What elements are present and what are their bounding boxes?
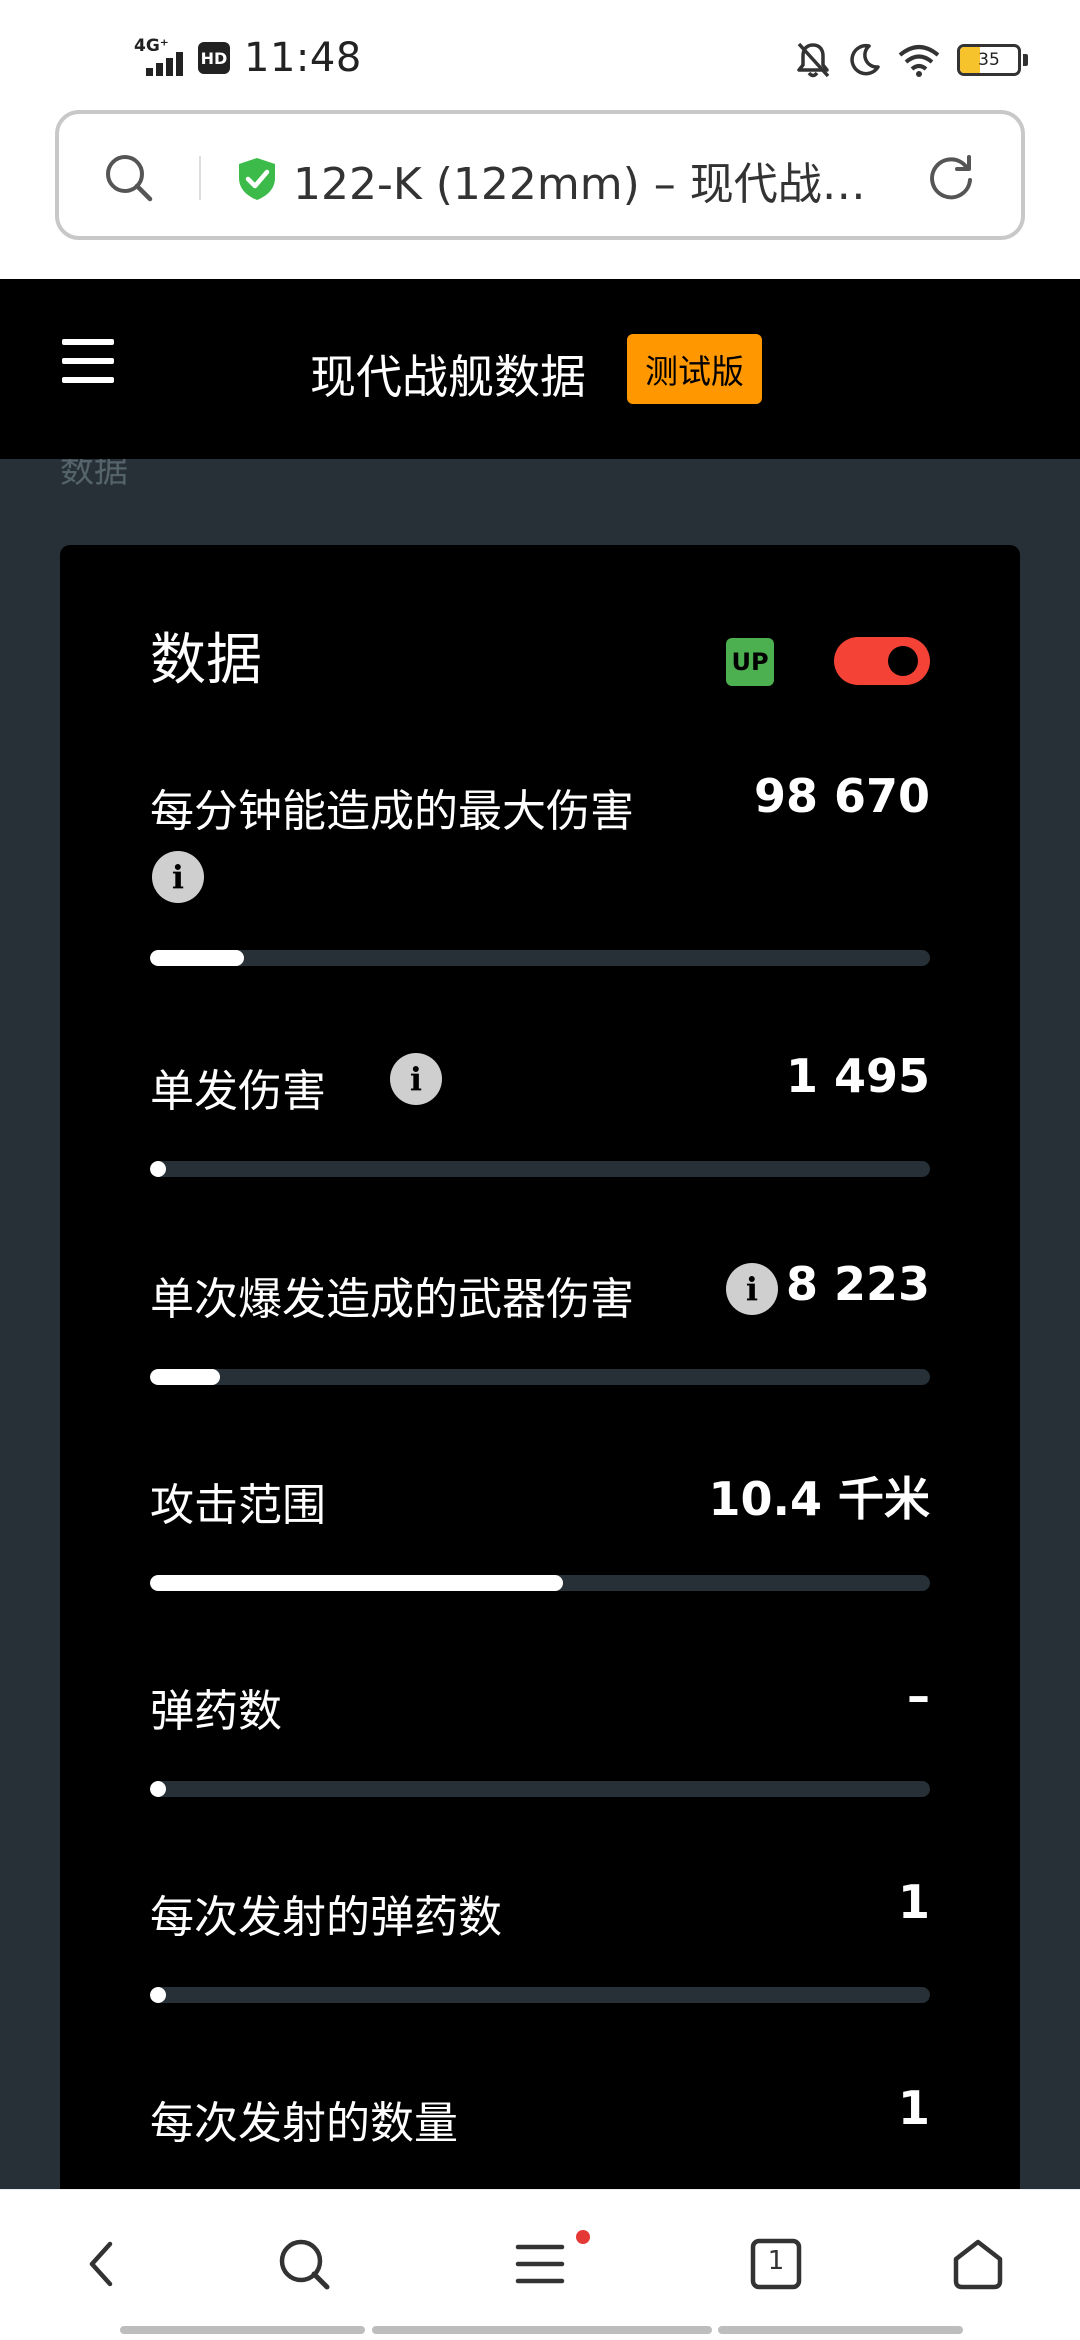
security-shield-icon[interactable] (235, 156, 279, 202)
upgrade-toggle[interactable] (834, 637, 930, 685)
hamburger-menu-icon[interactable] (62, 339, 114, 383)
stat-bar (150, 1369, 930, 1385)
stat-value: 10.4 千米 (708, 1472, 930, 1526)
status-bar: 4G⁺ HD 11:48 35 (0, 0, 1080, 110)
battery-percent: 35 (978, 50, 1000, 70)
stats-card: 数据 UP 每分钟能造成的最大伤害 98 670 i 单发伤害 1 495 i … (60, 545, 1020, 2189)
search-icon (279, 2239, 330, 2290)
stat-value: 98 670 (753, 769, 930, 823)
gesture-indicator (120, 2326, 365, 2334)
beta-badge: 测试版 (627, 334, 762, 404)
stat-label: 弹药数 (150, 1686, 282, 1737)
clock: 11:48 (244, 35, 362, 81)
stat-bar (150, 1575, 930, 1591)
menu-lines-icon (515, 2244, 565, 2284)
cellular-signal-icon: 4G⁺ (134, 36, 184, 78)
stat-bar (150, 1781, 930, 1797)
status-right: 35 (795, 38, 1028, 82)
chevron-left-icon (89, 2241, 113, 2287)
stat-value: 8 223 (785, 1257, 930, 1311)
stat-row: 攻击范围 10.4 千米 (150, 1469, 930, 1591)
tab-count: 1 (767, 2246, 785, 2276)
stat-label: 每次发射的数量 (150, 2098, 458, 2149)
menu-button[interactable] (510, 2234, 570, 2294)
gesture-indicator (718, 2326, 963, 2334)
home-icon (953, 2239, 1003, 2290)
notification-dot (576, 2230, 590, 2244)
bell-off-icon (797, 42, 830, 78)
site-title[interactable]: 现代战舰数据 (310, 341, 586, 407)
stat-value: 1 (897, 2081, 930, 2135)
card-title: 数据 (150, 628, 262, 693)
wifi-icon (898, 45, 940, 77)
stat-bar (150, 1987, 930, 2003)
battery-icon: 35 (957, 44, 1021, 76)
browser-bottom-nav: 1 (0, 2189, 1080, 2340)
stat-label: 单次爆发造成的武器伤害 (150, 1274, 634, 1325)
address-separator (199, 156, 201, 200)
status-left: 4G⁺ HD 11:48 (134, 34, 362, 82)
stat-row: 单发伤害 1 495 i (150, 1049, 930, 1177)
stat-label: 每次发射的弹药数 (150, 1892, 502, 1943)
stat-bar (150, 1161, 930, 1177)
stat-row: 单次爆发造成的武器伤害 8 223 i (150, 1257, 930, 1385)
stat-row: 每分钟能造成的最大伤害 98 670 i (150, 769, 930, 966)
stat-value: 1 495 (785, 1049, 930, 1103)
back-button[interactable] (72, 2234, 132, 2294)
page-content: 数据 数据 UP 每分钟能造成的最大伤害 98 670 i 单发伤害 1 495… (0, 459, 1080, 2189)
home-button[interactable] (948, 2234, 1008, 2294)
stat-label: 每分钟能造成的最大伤害 (150, 786, 634, 837)
search-button[interactable] (274, 2234, 334, 2294)
gesture-indicator (372, 2326, 712, 2334)
info-icon[interactable]: i (390, 1053, 442, 1105)
stat-row: 每次发射的弹药数 1 (150, 1875, 930, 2003)
stat-value: – (907, 1669, 930, 1723)
stat-value: 1 (897, 1875, 930, 1929)
moon-icon (850, 43, 880, 76)
site-header: 现代战舰数据 测试版 (0, 279, 1080, 459)
stat-row: 弹药数 – (150, 1669, 930, 1797)
stat-row: 每次发射的数量 1 (150, 2081, 930, 2177)
address-bar[interactable]: 122-K (122mm) – 现代战… (55, 110, 1025, 240)
stat-label: 攻击范围 (150, 1480, 326, 1531)
info-icon[interactable]: i (726, 1263, 778, 1315)
info-icon[interactable]: i (152, 851, 204, 903)
tabs-button[interactable]: 1 (746, 2234, 806, 2294)
stat-bar (150, 950, 930, 966)
up-badge: UP (726, 638, 774, 686)
toggle-knob[interactable] (888, 646, 918, 676)
search-icon[interactable] (103, 152, 155, 204)
address-title[interactable]: 122-K (122mm) – 现代战… (293, 148, 933, 212)
reload-icon[interactable] (925, 152, 977, 204)
stat-label: 单发伤害 (150, 1066, 326, 1117)
scrolled-heading: 数据 (60, 459, 128, 491)
hd-icon: HD (198, 42, 230, 74)
